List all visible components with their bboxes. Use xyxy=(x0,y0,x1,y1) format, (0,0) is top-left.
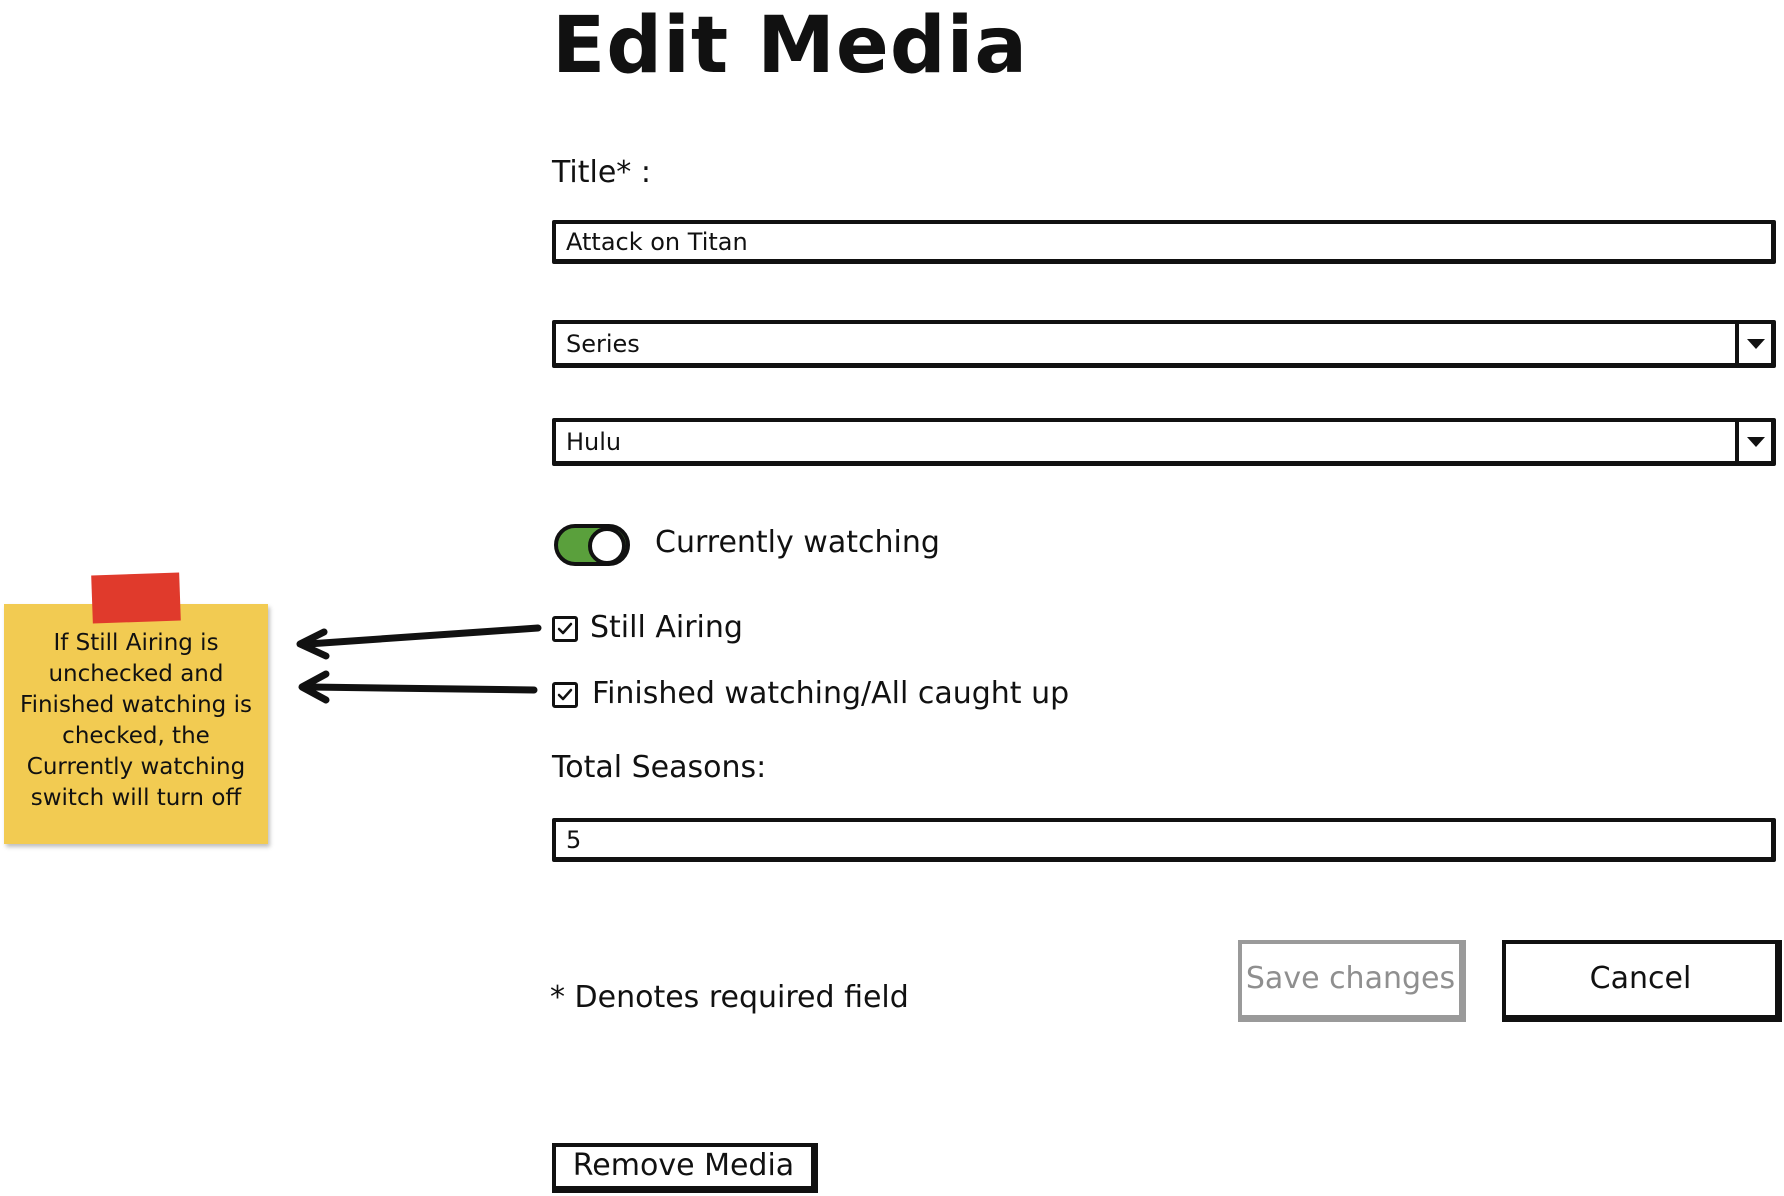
cancel-button[interactable]: Cancel xyxy=(1502,940,1782,1022)
page-title: Edit Media xyxy=(552,1,1029,91)
sticky-note: If Still Airing is unchecked and Finishe… xyxy=(4,604,268,844)
chevron-down-icon[interactable] xyxy=(1735,324,1771,363)
streaming-service-select[interactable]: Hulu xyxy=(552,418,1776,466)
currently-watching-toggle[interactable] xyxy=(554,524,630,566)
media-type-value: Series xyxy=(566,330,640,358)
required-field-note: * Denotes required field xyxy=(550,980,909,1015)
total-seasons-input[interactable] xyxy=(552,818,1776,862)
sticky-note-text: If Still Airing is unchecked and Finishe… xyxy=(20,630,252,811)
check-icon xyxy=(557,688,573,701)
arrow-left-icon xyxy=(296,624,542,660)
arrow-left-icon xyxy=(298,670,538,704)
streaming-service-value: Hulu xyxy=(566,428,622,456)
media-type-select[interactable]: Series xyxy=(552,320,1776,368)
title-input[interactable] xyxy=(552,220,1776,264)
chevron-down-icon[interactable] xyxy=(1735,422,1771,461)
check-icon xyxy=(557,622,573,635)
toggle-knob xyxy=(588,527,626,565)
save-changes-button[interactable]: Save changes xyxy=(1238,940,1466,1022)
still-airing-checkbox[interactable] xyxy=(552,616,578,642)
still-airing-label: Still Airing xyxy=(590,610,743,645)
tape-icon xyxy=(91,572,181,624)
finished-watching-label: Finished watching/All caught up xyxy=(592,676,1070,711)
remove-media-button[interactable]: Remove Media xyxy=(552,1143,818,1193)
title-label: Title* : xyxy=(552,155,651,190)
total-seasons-label: Total Seasons: xyxy=(552,750,767,785)
annotation-arrows xyxy=(296,624,542,704)
currently-watching-label: Currently watching xyxy=(655,525,940,560)
finished-watching-checkbox[interactable] xyxy=(552,682,578,708)
